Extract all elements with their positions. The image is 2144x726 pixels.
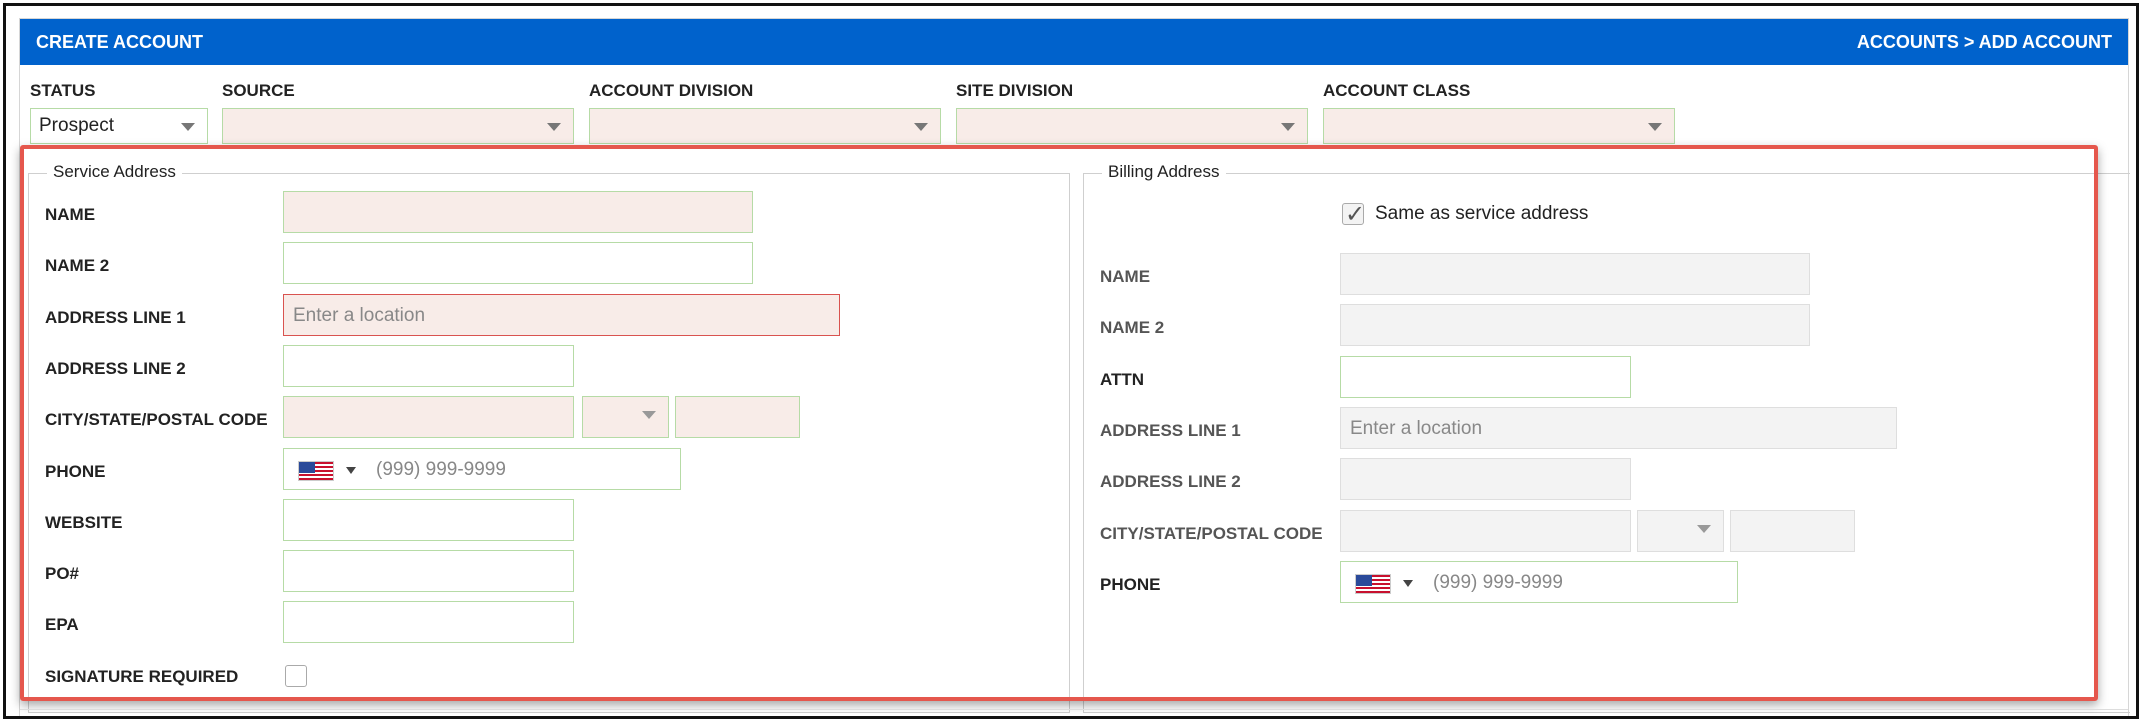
highlight-annotation (20, 145, 2098, 701)
create-account-card: CREATE ACCOUNT ACCOUNTS > ADD ACCOUNT ST… (19, 18, 2130, 716)
breadcrumb[interactable]: ACCOUNTS > ADD ACCOUNT (1857, 32, 2112, 53)
status-label: STATUS (30, 81, 96, 100)
divider (20, 709, 2128, 710)
screenshot-frame: CREATE ACCOUNT ACCOUNTS > ADD ACCOUNT ST… (3, 3, 2139, 719)
status-select[interactable]: Prospect (30, 108, 208, 144)
account-class-select[interactable] (1323, 108, 1675, 144)
chevron-down-icon (1281, 123, 1295, 131)
chevron-down-icon (181, 123, 195, 131)
page-header: CREATE ACCOUNT ACCOUNTS > ADD ACCOUNT (20, 19, 2128, 65)
account-division-select[interactable] (589, 108, 941, 144)
chevron-down-icon (1648, 123, 1662, 131)
source-label: SOURCE (222, 81, 295, 100)
page-title: CREATE ACCOUNT (36, 31, 203, 52)
source-select[interactable] (222, 108, 574, 144)
account-class-label: ACCOUNT CLASS (1323, 81, 1471, 100)
chevron-down-icon (914, 123, 928, 131)
status-value: Prospect (39, 115, 114, 136)
site-division-label: SITE DIVISION (956, 81, 1074, 100)
site-division-select[interactable] (956, 108, 1308, 144)
account-division-label: ACCOUNT DIVISION (589, 81, 754, 100)
chevron-down-icon (547, 123, 561, 131)
